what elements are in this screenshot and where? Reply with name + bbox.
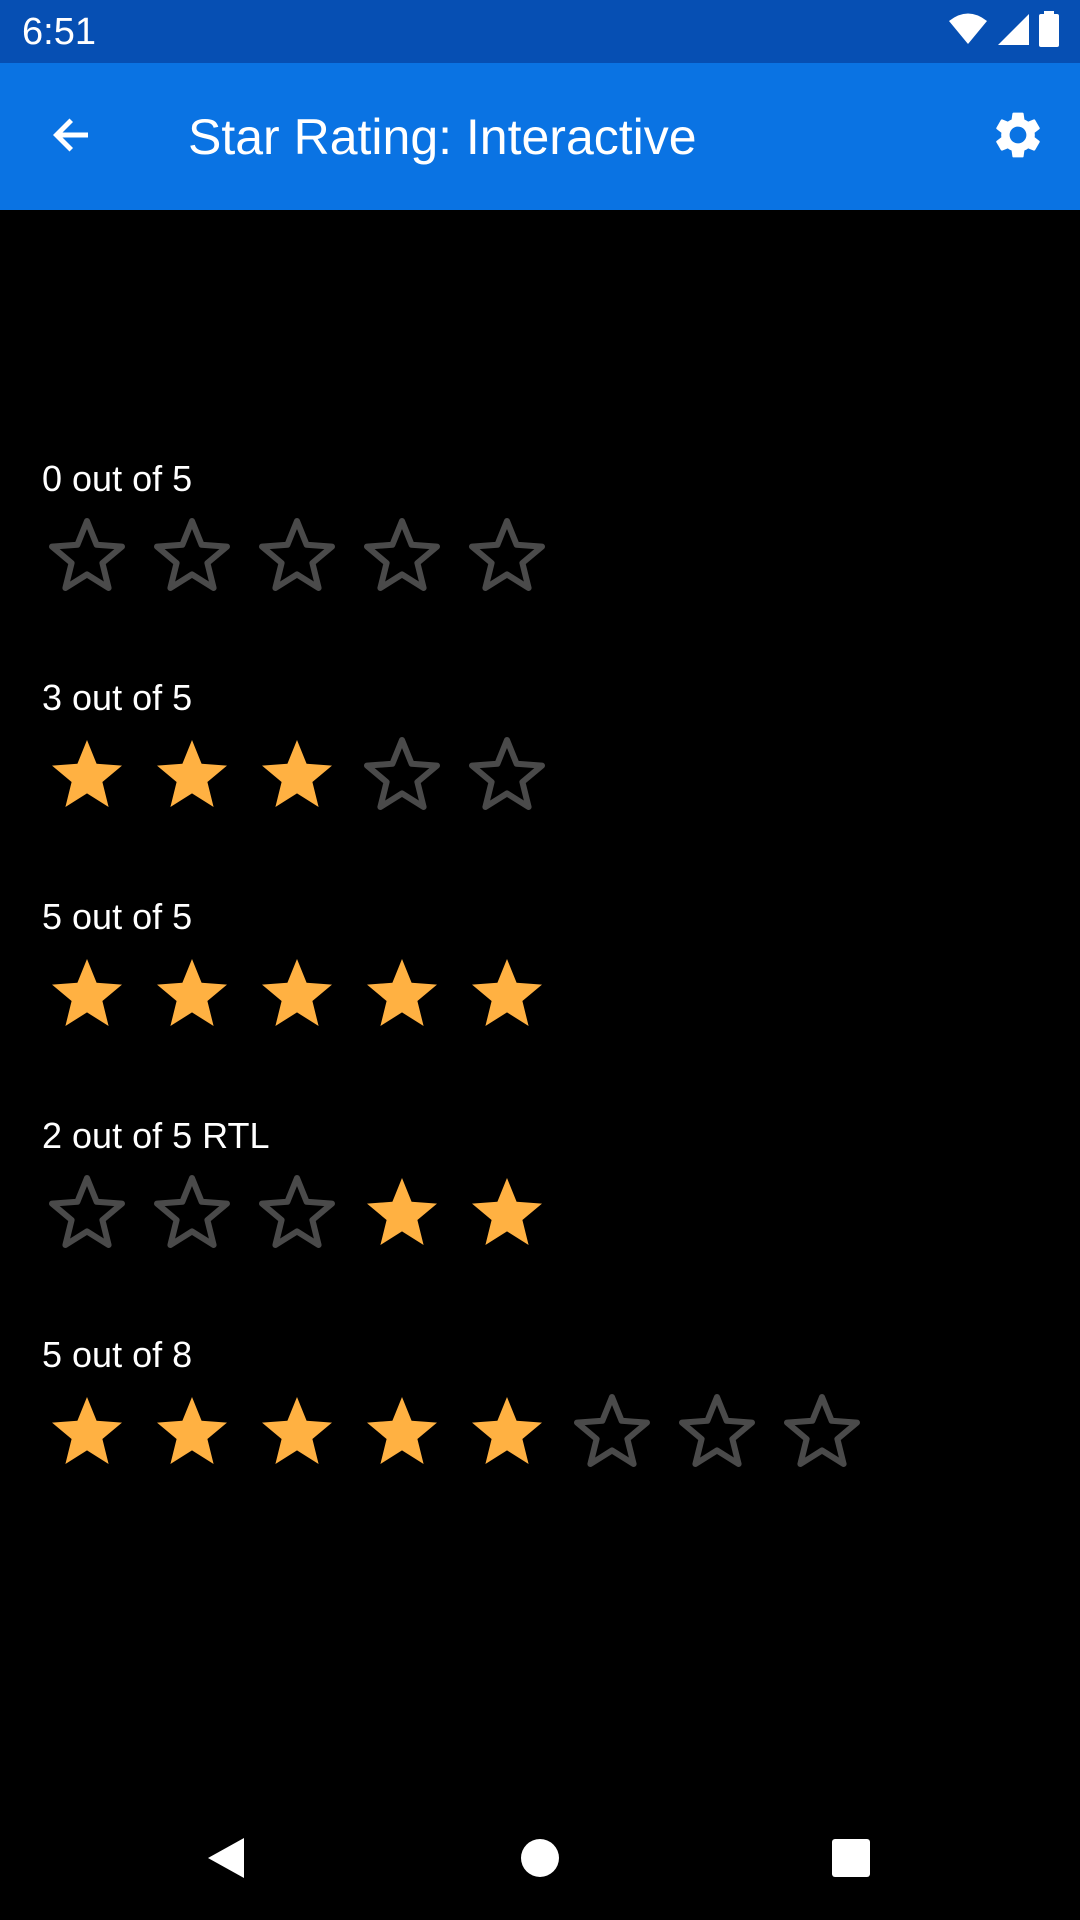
- rating-0-of-5: 0 out of 5: [42, 457, 545, 603]
- star-rating-bar[interactable]: [42, 1389, 860, 1479]
- star-rating-bar[interactable]: [42, 732, 545, 822]
- gear-icon: [990, 107, 1046, 168]
- star-empty-icon[interactable]: [42, 1170, 132, 1260]
- star-empty-icon[interactable]: [462, 513, 552, 603]
- nav-recents-button[interactable]: [811, 1820, 891, 1900]
- wifi-icon: [948, 12, 988, 51]
- star-rating-bar[interactable]: [42, 1170, 542, 1260]
- arrow-back-icon: [48, 111, 96, 164]
- star-filled-icon[interactable]: [357, 1170, 447, 1260]
- navigation-bar: [0, 1800, 1080, 1920]
- star-filled-icon[interactable]: [252, 1389, 342, 1479]
- back-triangle-icon: [204, 1834, 248, 1887]
- star-empty-icon[interactable]: [252, 513, 342, 603]
- star-filled-icon[interactable]: [357, 951, 447, 1041]
- status-icons: [948, 10, 1060, 52]
- star-empty-icon[interactable]: [672, 1389, 762, 1479]
- star-empty-icon[interactable]: [147, 1170, 237, 1260]
- star-rating-bar[interactable]: [42, 951, 542, 1041]
- status-bar: 6:51: [0, 0, 1080, 63]
- rating-label: 2 out of 5 RTL: [42, 1115, 270, 1156]
- rating-3-of-5: 3 out of 5: [42, 676, 545, 822]
- star-empty-icon[interactable]: [777, 1389, 867, 1479]
- rating-label: 5 out of 8: [42, 1334, 193, 1375]
- status-time: 6:51: [22, 11, 96, 53]
- star-filled-icon[interactable]: [147, 951, 237, 1041]
- rating-2-of-5-rtl: 2 out of 5 RTL: [42, 1114, 542, 1260]
- star-empty-icon[interactable]: [462, 732, 552, 822]
- star-filled-icon[interactable]: [42, 1389, 132, 1479]
- back-button[interactable]: [35, 100, 109, 174]
- app-bar: Star Rating: Interactive: [0, 63, 1080, 210]
- cell-signal-icon: [996, 12, 1030, 51]
- star-empty-icon[interactable]: [567, 1389, 657, 1479]
- star-filled-icon[interactable]: [42, 951, 132, 1041]
- rating-label: 5 out of 5: [42, 896, 193, 937]
- star-empty-icon[interactable]: [357, 513, 447, 603]
- star-empty-icon[interactable]: [147, 513, 237, 603]
- page-title: Star Rating: Interactive: [188, 109, 697, 165]
- nav-back-button[interactable]: [186, 1820, 266, 1900]
- rating-label: 3 out of 5: [42, 677, 193, 718]
- star-filled-icon[interactable]: [147, 732, 237, 822]
- home-circle-icon: [519, 1837, 561, 1884]
- star-filled-icon[interactable]: [42, 732, 132, 822]
- settings-button[interactable]: [981, 100, 1055, 174]
- star-filled-icon[interactable]: [462, 1170, 552, 1260]
- star-empty-icon[interactable]: [357, 732, 447, 822]
- battery-icon: [1038, 10, 1060, 52]
- star-empty-icon[interactable]: [42, 513, 132, 603]
- star-filled-icon[interactable]: [252, 732, 342, 822]
- rating-5-of-8: 5 out of 8: [42, 1333, 860, 1479]
- star-filled-icon[interactable]: [357, 1389, 447, 1479]
- star-rating-bar[interactable]: [42, 513, 545, 603]
- star-filled-icon[interactable]: [462, 1389, 552, 1479]
- recents-square-icon: [831, 1838, 871, 1883]
- rating-5-of-5: 5 out of 5: [42, 895, 542, 1041]
- star-filled-icon[interactable]: [252, 951, 342, 1041]
- rating-label: 0 out of 5: [42, 458, 193, 499]
- star-empty-icon[interactable]: [252, 1170, 342, 1260]
- nav-home-button[interactable]: [500, 1820, 580, 1900]
- star-filled-icon[interactable]: [147, 1389, 237, 1479]
- star-filled-icon[interactable]: [462, 951, 552, 1041]
